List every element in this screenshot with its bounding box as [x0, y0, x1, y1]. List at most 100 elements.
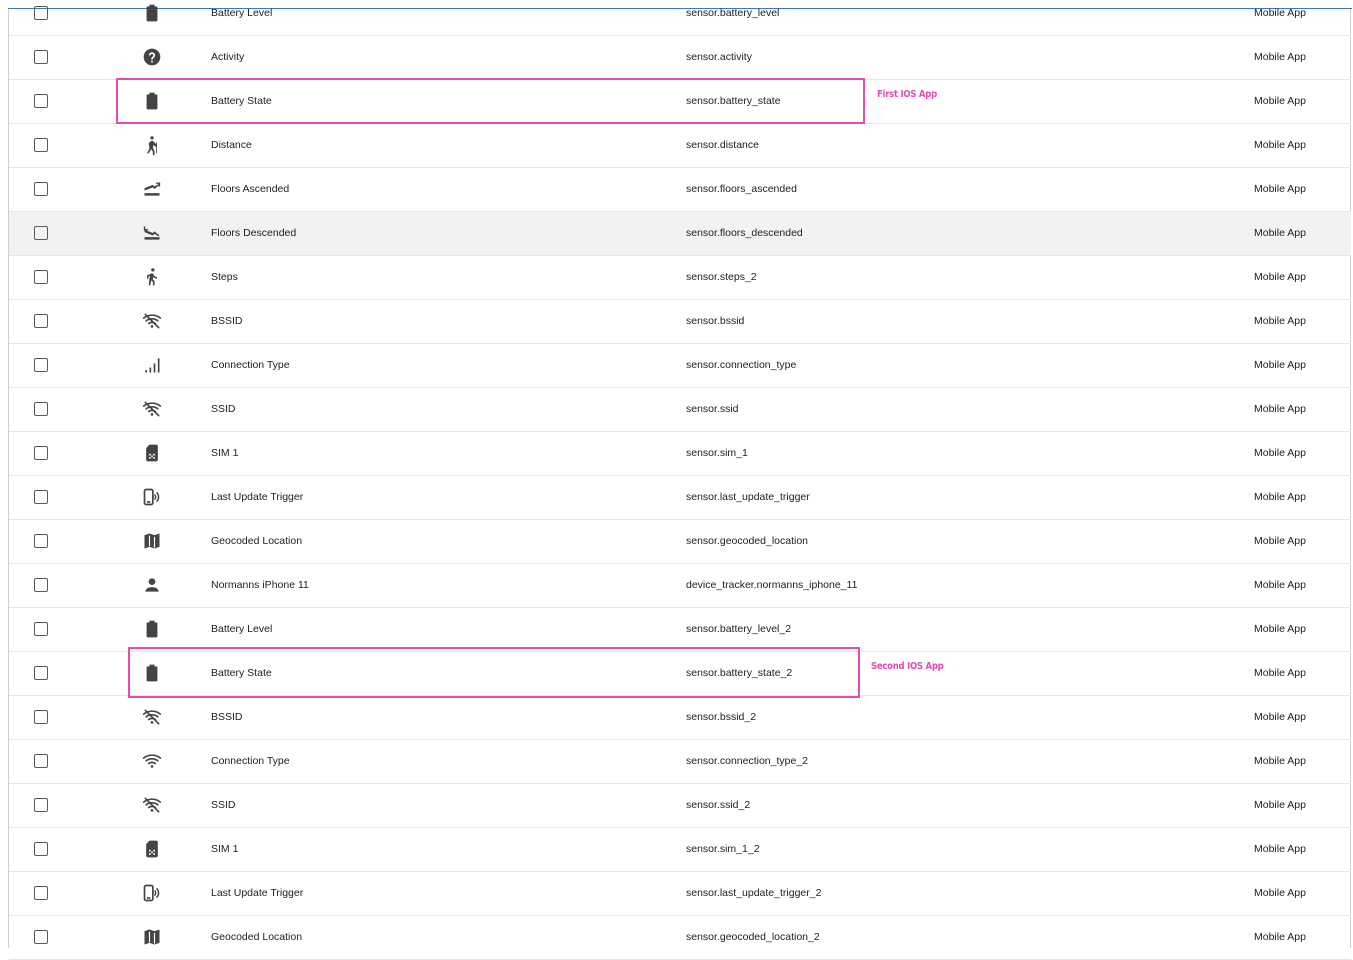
row-select-checkbox[interactable]	[34, 534, 48, 548]
entity-integration: Mobile App	[1254, 623, 1306, 635]
row-select-checkbox[interactable]	[34, 710, 48, 724]
entity-integration: Mobile App	[1254, 535, 1306, 547]
entity-integration: Mobile App	[1254, 843, 1306, 855]
entity-id: sensor.last_update_trigger	[686, 491, 810, 503]
entity-name: Battery Level	[211, 7, 273, 19]
cellphone-wireless-icon	[142, 487, 162, 507]
cellphone-wireless-icon	[142, 883, 162, 903]
row-select-checkbox[interactable]	[34, 270, 48, 284]
table-row[interactable]: Floors Ascended sensor.floors_ascended Mob…	[9, 168, 1351, 212]
first-ios-app-label: First IOS App	[877, 89, 937, 100]
second-ios-app-callout-box	[128, 647, 860, 698]
wifi-off-icon	[142, 707, 162, 727]
row-select-checkbox[interactable]	[34, 622, 48, 636]
entity-id: sensor.ssid_2	[686, 799, 751, 811]
entity-integration: Mobile App	[1254, 271, 1306, 283]
table-row[interactable]: Steps sensor.steps_2 Mobile App	[9, 256, 1351, 300]
row-select-checkbox[interactable]	[34, 94, 48, 108]
entity-integration: Mobile App	[1254, 491, 1306, 503]
battery-icon	[142, 619, 162, 639]
row-select-checkbox[interactable]	[34, 842, 48, 856]
row-select-checkbox[interactable]	[34, 182, 48, 196]
table-row[interactable]: Activity sensor.activity Mobile App	[9, 36, 1351, 80]
table-row[interactable]: BSSID sensor.bssid Mobile App	[9, 300, 1351, 344]
entity-integration: Mobile App	[1254, 51, 1306, 63]
table-row[interactable]: Last Update Trigger sensor.last_update_tr…	[9, 872, 1351, 916]
entity-id: sensor.sim_1	[686, 447, 748, 459]
entity-integration: Mobile App	[1254, 667, 1306, 679]
row-select-checkbox[interactable]	[34, 358, 48, 372]
row-select-checkbox[interactable]	[34, 886, 48, 900]
row-select-checkbox[interactable]	[34, 6, 48, 20]
row-select-checkbox[interactable]	[34, 226, 48, 240]
table-row[interactable]: BSSID sensor.bssid_2 Mobile App	[9, 696, 1351, 740]
entity-integration: Mobile App	[1254, 139, 1306, 151]
entity-id: sensor.connection_type_2	[686, 755, 809, 767]
table-row[interactable]: Battery Level sensor.battery_level_2 Mobil…	[9, 608, 1351, 652]
entity-integration: Mobile App	[1254, 799, 1306, 811]
second-ios-app-label: Second IOS App	[871, 661, 944, 672]
entity-name: SSID	[211, 799, 236, 811]
entity-name: Activity	[211, 51, 245, 63]
entity-integration: Mobile App	[1254, 7, 1306, 19]
entity-integration: Mobile App	[1254, 359, 1306, 371]
entity-id: sensor.floors_descended	[686, 227, 803, 239]
row-select-checkbox[interactable]	[34, 138, 48, 152]
table-row[interactable]: Distance sensor.distance Mobile App	[9, 124, 1351, 168]
row-select-checkbox[interactable]	[34, 50, 48, 64]
entity-name: Geocoded Location	[211, 535, 303, 547]
table-row[interactable]: SSID sensor.ssid Mobile App	[9, 388, 1351, 432]
row-select-checkbox[interactable]	[34, 314, 48, 328]
entity-id: sensor.sim_1_2	[686, 843, 760, 855]
table-row[interactable]: Connection Type sensor.connection_type_2 M…	[9, 740, 1351, 784]
entity-integration: Mobile App	[1254, 227, 1306, 239]
row-select-checkbox[interactable]	[34, 754, 48, 768]
row-select-checkbox[interactable]	[34, 666, 48, 680]
table-row[interactable]: SIM 1 sensor.sim_1 Mobile App	[9, 432, 1351, 476]
entity-id: sensor.activity	[686, 51, 752, 63]
table-row[interactable]: Normanns iPhone 11 device_tracker.normann…	[9, 564, 1351, 608]
table-row[interactable]: Connection Type sensor.connection_type Mob…	[9, 344, 1351, 388]
entity-integration: Mobile App	[1254, 579, 1306, 591]
map-icon	[142, 927, 162, 947]
wifi-icon	[142, 751, 162, 771]
entity-name: Connection Type	[211, 755, 290, 767]
table-row[interactable]: Geocoded Location sensor.geocoded_locatio…	[9, 916, 1351, 960]
row-select-checkbox[interactable]	[34, 798, 48, 812]
table-row[interactable]: Floors Descended sensor.floors_descended M…	[9, 212, 1351, 256]
table-row[interactable]: Geocoded Location sensor.geocoded_locatio…	[9, 520, 1351, 564]
row-select-checkbox[interactable]	[34, 578, 48, 592]
entities-table-body: Battery Level sensor.battery_level Mobile …	[9, 0, 1351, 960]
entity-integration: Mobile App	[1254, 931, 1306, 943]
row-select-checkbox[interactable]	[34, 446, 48, 460]
entity-name: Geocoded Location	[211, 931, 303, 943]
sim-icon	[142, 443, 162, 463]
wifi-off-icon	[142, 311, 162, 331]
entity-name: BSSID	[211, 315, 243, 327]
entity-integration: Mobile App	[1254, 95, 1306, 107]
entity-integration: Mobile App	[1254, 315, 1306, 327]
row-select-checkbox[interactable]	[34, 930, 48, 944]
row-select-checkbox[interactable]	[34, 490, 48, 504]
entity-integration: Mobile App	[1254, 887, 1306, 899]
entity-name: Distance	[211, 139, 252, 151]
table-row[interactable]: SSID sensor.ssid_2 Mobile App	[9, 784, 1351, 828]
table-row[interactable]: SIM 1 sensor.sim_1_2 Mobile App	[9, 828, 1351, 872]
account-icon	[142, 575, 162, 595]
entity-id: sensor.floors_ascended	[686, 183, 797, 195]
walk-icon	[142, 267, 162, 287]
entity-integration: Mobile App	[1254, 711, 1306, 723]
row-select-checkbox[interactable]	[34, 402, 48, 416]
entity-id: sensor.bssid	[686, 315, 745, 327]
wifi-off-icon	[142, 795, 162, 815]
entity-name: Last Update Trigger	[211, 887, 304, 899]
entity-id: sensor.battery_level	[686, 7, 780, 19]
table-row[interactable]: Last Update Trigger sensor.last_update_tr…	[9, 476, 1351, 520]
entity-name: Connection Type	[211, 359, 290, 371]
table-row[interactable]: Battery Level sensor.battery_level Mobile …	[9, 0, 1351, 36]
entity-name: Normanns iPhone 11	[211, 579, 309, 591]
entity-id: sensor.distance	[686, 139, 759, 151]
entity-id: sensor.last_update_trigger_2	[686, 887, 822, 899]
stairs-down-icon	[142, 223, 162, 243]
entity-integration: Mobile App	[1254, 403, 1306, 415]
